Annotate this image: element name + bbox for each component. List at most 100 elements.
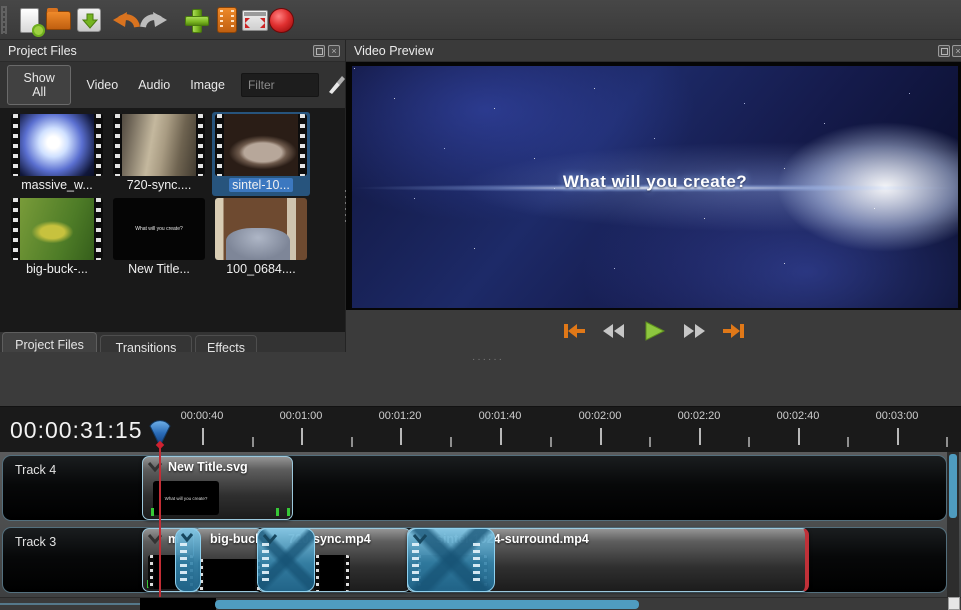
transition-2[interactable] xyxy=(257,528,315,592)
toolbar-grip[interactable] xyxy=(1,6,7,34)
vertical-scrollbar-thumb[interactable] xyxy=(949,454,957,518)
video-thumbnail xyxy=(113,114,205,176)
file-grid: massive_w... 720-sync.... sintel-10... b… xyxy=(0,108,345,332)
video-thumbnail xyxy=(215,114,307,176)
jump-to-start-button[interactable] xyxy=(561,321,587,341)
save-project-button[interactable] xyxy=(74,5,104,35)
playhead-line xyxy=(159,444,161,597)
file-item-sintel[interactable]: sintel-10... xyxy=(212,112,310,196)
playhead-timecode: 00:00:31:15 xyxy=(10,417,143,444)
clip-big-buck[interactable]: big-buck- xyxy=(193,528,263,592)
jump-to-start-icon xyxy=(561,322,587,340)
ruler-minor-tick xyxy=(351,437,353,447)
vertical-scrollbar[interactable] xyxy=(947,452,959,597)
transition-strip-decoration xyxy=(262,543,269,585)
scrollbar-corner xyxy=(948,597,960,610)
video-preview-title: Video Preview xyxy=(354,44,434,58)
clip-thumbnail: What will you create? xyxy=(153,481,219,515)
float-panel-icon[interactable] xyxy=(313,45,325,57)
new-project-button[interactable] xyxy=(14,5,44,35)
file-label: 100_0684.... xyxy=(212,262,310,276)
video-preview-header: Video Preview × xyxy=(346,40,961,62)
ruler-major-tick xyxy=(897,428,899,445)
stars-decoration xyxy=(354,68,355,69)
redo-button[interactable] xyxy=(139,5,169,35)
play-button[interactable] xyxy=(641,321,667,341)
transition-strip-decoration xyxy=(412,543,419,585)
video-thumbnail xyxy=(11,114,103,176)
ruler-major-tick xyxy=(798,428,800,445)
openshot-window: Project Files × Video Preview × Show All… xyxy=(0,0,961,610)
image-thumbnail xyxy=(215,198,307,260)
preview-overlay-text: What will you create? xyxy=(352,172,958,192)
playback-controls xyxy=(346,310,961,352)
file-label: big-buck-... xyxy=(8,262,106,276)
playhead-marker[interactable] xyxy=(147,414,173,450)
image-filter-button[interactable]: Image xyxy=(180,72,235,98)
export-video-icon xyxy=(269,8,294,33)
open-project-button[interactable] xyxy=(43,5,73,35)
ruler-label: 00:02:00 xyxy=(565,410,635,422)
rewind-icon xyxy=(601,322,627,340)
timeline-ruler[interactable]: 00:00:31:15 00:00:40 00:01:00 00:01:20 0… xyxy=(0,406,961,452)
ruler-minor-tick xyxy=(649,437,651,447)
track-name: Track 4 xyxy=(15,463,56,477)
import-files-button[interactable] xyxy=(181,5,211,35)
ruler-label: 00:01:40 xyxy=(465,410,535,422)
clip-thumbnail xyxy=(198,559,261,591)
ruler-label: 00:02:40 xyxy=(763,410,833,422)
ruler-minor-tick xyxy=(847,437,849,447)
project-files-panel: Show All Video Audio Image massive_w... … xyxy=(0,62,345,332)
timeline-toolbar: + − 20 seconds xyxy=(0,368,961,406)
file-item-720-sync[interactable]: 720-sync.... xyxy=(110,112,208,196)
new-project-icon xyxy=(20,8,39,33)
play-icon xyxy=(642,321,666,341)
ruler-label: 00:01:00 xyxy=(266,410,336,422)
save-project-icon xyxy=(77,8,101,32)
file-item-massive[interactable]: massive_w... xyxy=(8,112,106,196)
clip-handle-mark xyxy=(151,508,154,516)
clear-filter-icon[interactable] xyxy=(325,74,345,96)
jump-to-end-button[interactable] xyxy=(721,321,747,341)
ruler-minor-tick xyxy=(550,437,552,447)
timeline-splitter[interactable]: ······ xyxy=(0,352,961,368)
track-3[interactable]: Track 3 m big-buck- 720-sync.mp4 xyxy=(2,527,947,593)
main-toolbar xyxy=(0,0,961,40)
transition-1[interactable] xyxy=(175,528,201,592)
ruler-minor-tick xyxy=(252,437,254,447)
ruler-minor-tick xyxy=(946,437,948,447)
horizontal-scrollbar[interactable] xyxy=(0,597,961,610)
export-video-button[interactable] xyxy=(266,5,296,35)
transition-chevron-icon[interactable] xyxy=(180,533,194,543)
show-all-button[interactable]: Show All xyxy=(7,65,71,105)
audio-filter-button[interactable]: Audio xyxy=(128,72,180,98)
transition-strip-decoration xyxy=(473,543,480,585)
transition-strip-decoration xyxy=(180,543,187,585)
ruler-major-tick xyxy=(500,428,502,445)
transition-3[interactable] xyxy=(407,528,495,592)
undo-button[interactable] xyxy=(111,5,141,35)
horizontal-scrollbar-thumb[interactable] xyxy=(215,600,639,609)
video-frame: What will you create? xyxy=(352,66,958,308)
float-preview-icon[interactable] xyxy=(938,45,950,57)
timeline-tracks-area: Track 4 New Title.svg What will you crea… xyxy=(0,452,961,597)
video-filter-button[interactable]: Video xyxy=(76,72,128,98)
file-item-100-0684[interactable]: 100_0684.... xyxy=(212,196,310,280)
file-item-new-title[interactable]: What will you create? New Title... xyxy=(110,196,208,280)
undo-icon xyxy=(112,8,140,32)
rewind-button[interactable] xyxy=(601,321,627,341)
splitter-handle-dots: ······ xyxy=(472,358,504,362)
choose-profile-button[interactable] xyxy=(212,5,242,35)
close-panel-icon[interactable]: × xyxy=(328,45,340,57)
close-preview-icon[interactable]: × xyxy=(952,45,961,57)
fullscreen-icon xyxy=(242,10,268,31)
ruler-major-tick xyxy=(600,428,602,445)
ruler-label: 00:02:20 xyxy=(664,410,734,422)
clip-handle-mark xyxy=(287,508,290,516)
filter-input[interactable] xyxy=(241,73,319,97)
project-files-header: Project Files × xyxy=(0,40,345,62)
clip-new-title[interactable]: New Title.svg What will you create? xyxy=(142,456,293,520)
file-item-big-buck[interactable]: big-buck-... xyxy=(8,196,106,280)
track-4[interactable]: Track 4 New Title.svg What will you crea… xyxy=(2,455,947,521)
fast-forward-button[interactable] xyxy=(681,321,707,341)
